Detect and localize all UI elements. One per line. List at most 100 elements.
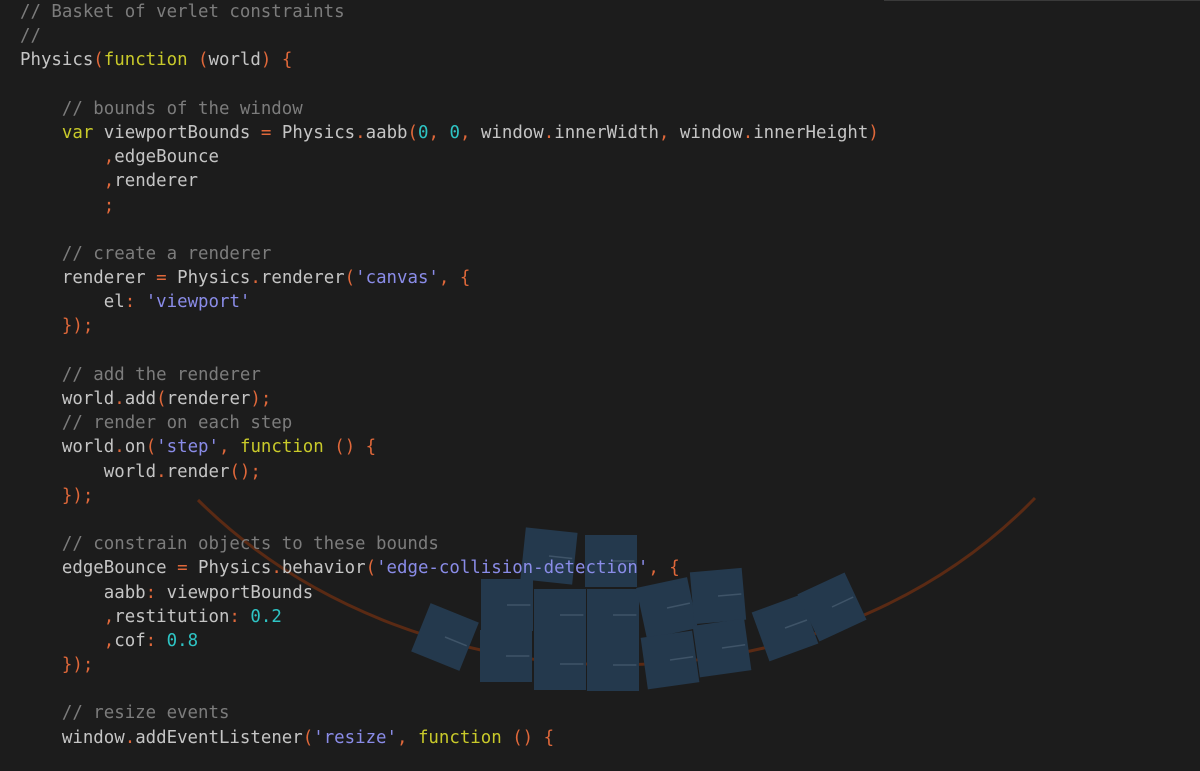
code-token-whitespace bbox=[20, 728, 62, 748]
code-line: ; bbox=[20, 194, 879, 218]
code-token-whitespace bbox=[156, 583, 166, 603]
code-token-whitespace bbox=[407, 728, 417, 748]
code-token-whitespace bbox=[229, 437, 239, 457]
code-token-whitespace bbox=[20, 534, 62, 554]
code-token-identifier: Physics bbox=[281, 122, 356, 143]
code-token-whitespace bbox=[188, 558, 198, 578]
code-token-identifier: world bbox=[208, 50, 261, 71]
code-token-punctuation: }); bbox=[61, 316, 94, 337]
code-line: ,cof: 0.8 bbox=[20, 629, 879, 653]
code-token-identifier: viewportBounds bbox=[103, 122, 251, 143]
code-editor[interactable]: // Basket of verlet constraints//Physics… bbox=[20, 0, 879, 750]
code-line: aabb: viewportBounds bbox=[20, 581, 879, 605]
code-token-punctuation: . bbox=[114, 389, 125, 409]
code-token-keyword: function bbox=[239, 437, 324, 458]
code-token-punctuation: ( bbox=[407, 122, 418, 143]
code-token-punctuation: ( bbox=[344, 268, 356, 289]
code-token-punctuation: ( bbox=[93, 50, 104, 71]
code-token-whitespace bbox=[20, 99, 62, 119]
code-token-whitespace bbox=[20, 558, 62, 578]
code-token-punctuation: { bbox=[669, 558, 680, 579]
code-token-identifier: Physics bbox=[177, 268, 251, 289]
code-token-identifier: behavior bbox=[281, 558, 366, 579]
code-token-identifier: world bbox=[61, 389, 115, 409]
code-token-comment: // resize events bbox=[61, 703, 230, 724]
code-token-punctuation: . bbox=[271, 558, 282, 579]
code-token-punctuation: }); bbox=[61, 485, 94, 506]
code-token-number: 0 bbox=[449, 122, 460, 143]
code-line: Physics(function (world) { bbox=[20, 48, 879, 72]
code-token-punctuation: (); bbox=[229, 461, 261, 482]
code-token-punctuation: , bbox=[396, 727, 408, 748]
code-token-punctuation: { bbox=[365, 437, 377, 458]
code-token-whitespace bbox=[20, 196, 104, 216]
code-token-whitespace bbox=[20, 316, 62, 336]
code-token-whitespace bbox=[240, 607, 250, 627]
code-token-punctuation: ( bbox=[365, 558, 377, 579]
code-line: }); bbox=[20, 484, 879, 508]
code-token-punctuation: ( bbox=[156, 389, 167, 409]
code-token-punctuation: { bbox=[543, 727, 555, 748]
code-token-number: 0 bbox=[418, 122, 429, 143]
code-token-string: 'resize' bbox=[313, 727, 397, 748]
code-token-comment: // bounds of the window bbox=[61, 98, 303, 119]
code-token-identifier: on bbox=[124, 437, 146, 458]
code-token-identifier: window bbox=[61, 727, 125, 748]
code-token-identifier: restitution bbox=[114, 606, 230, 627]
code-line: }); bbox=[20, 314, 879, 338]
code-line: ​ bbox=[20, 218, 879, 242]
code-line: // constrain objects to these bounds bbox=[20, 532, 879, 556]
code-token-punctuation: { bbox=[281, 50, 293, 71]
code-line: ,edgeBounce bbox=[20, 145, 879, 169]
code-token-identifier: el bbox=[103, 292, 125, 313]
code-token-whitespace bbox=[20, 147, 104, 167]
code-token-whitespace bbox=[20, 631, 104, 651]
code-token-whitespace bbox=[20, 244, 62, 264]
code-token-whitespace bbox=[20, 703, 62, 723]
code-token-whitespace bbox=[188, 50, 198, 70]
code-token-punctuation: . bbox=[543, 122, 555, 143]
code-token-identifier: window bbox=[679, 122, 743, 143]
code-token-punctuation: ); bbox=[250, 389, 272, 409]
code-token-whitespace bbox=[324, 437, 334, 457]
code-token-identifier: addEventListener bbox=[135, 727, 303, 748]
code-token-whitespace bbox=[20, 292, 104, 312]
code-token-whitespace bbox=[167, 558, 177, 578]
code-token-punctuation: , bbox=[658, 122, 670, 143]
code-token-comment: // constrain objects to these bounds bbox=[61, 534, 439, 555]
code-line: el: 'viewport' bbox=[20, 290, 879, 314]
code-token-identifier: edgeBounce bbox=[61, 558, 167, 579]
code-token-punctuation: = bbox=[260, 122, 272, 143]
code-token-punctuation: () bbox=[512, 727, 534, 748]
code-token-punctuation: . bbox=[742, 122, 754, 143]
code-token-whitespace bbox=[20, 268, 62, 288]
code-token-number: 0.8 bbox=[166, 630, 199, 651]
code-line: var viewportBounds = Physics.aabb(0, 0, … bbox=[20, 121, 879, 145]
code-token-whitespace bbox=[449, 268, 459, 288]
code-token-string: 'canvas' bbox=[355, 268, 439, 289]
code-token-whitespace bbox=[20, 486, 62, 506]
code-token-whitespace bbox=[20, 389, 62, 409]
code-token-punctuation: ; bbox=[103, 195, 115, 216]
code-token-keyword: var bbox=[61, 122, 94, 143]
code-token-punctuation: . bbox=[114, 437, 125, 458]
code-line: // resize events bbox=[20, 701, 879, 725]
code-token-whitespace bbox=[20, 437, 62, 457]
code-line: // render on each step bbox=[20, 411, 879, 435]
code-token-keyword: function bbox=[417, 727, 502, 748]
code-token-identifier: cof bbox=[114, 630, 146, 651]
code-token-identifier: edgeBounce bbox=[114, 147, 219, 168]
code-token-whitespace bbox=[20, 413, 62, 433]
code-token-whitespace bbox=[20, 607, 104, 627]
code-line: ​ bbox=[20, 677, 879, 701]
code-token-whitespace bbox=[156, 631, 166, 651]
code-token-identifier: add bbox=[124, 389, 157, 409]
code-token-punctuation: , bbox=[103, 606, 115, 627]
code-line: edgeBounce = Physics.behavior('edge-coll… bbox=[20, 556, 879, 580]
code-token-identifier: innerHeight bbox=[753, 122, 869, 143]
code-token-punctuation: = bbox=[177, 558, 188, 579]
code-token-identifier: viewportBounds bbox=[166, 582, 314, 603]
code-token-whitespace bbox=[20, 583, 104, 603]
code-line: ​ bbox=[20, 508, 879, 532]
code-token-comment: // create a renderer bbox=[61, 243, 272, 264]
